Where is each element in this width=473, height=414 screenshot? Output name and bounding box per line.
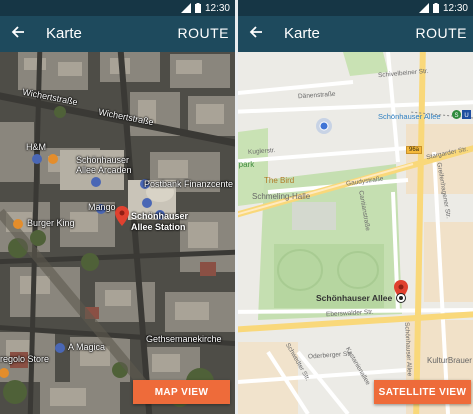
svg-text:U: U: [464, 113, 468, 119]
app-bar: Karte ROUTE: [0, 16, 235, 52]
my-location-icon: [316, 118, 332, 134]
route-button[interactable]: ROUTE: [178, 25, 230, 41]
subway-station-icon: [396, 293, 406, 303]
left-screen: 12:30 Karte ROUTE Wichertstraße Wicherts…: [0, 0, 235, 414]
signal-icon: [418, 3, 429, 13]
satellite-view-button[interactable]: SATELLITE VIEW: [374, 380, 471, 404]
app-bar: Karte ROUTE: [238, 16, 473, 52]
back-arrow-icon: [11, 25, 25, 44]
map-view-button[interactable]: MAP VIEW: [133, 380, 230, 404]
back-button[interactable]: [6, 22, 30, 46]
u-bahn-icon: U: [462, 110, 471, 119]
clock: 12:30: [442, 2, 468, 14]
signal-icon: [180, 3, 191, 13]
battery-icon: [194, 3, 201, 13]
s-bahn-icon: S: [452, 110, 461, 119]
location-pin-icon[interactable]: [115, 206, 129, 226]
status-bar: 12:30: [0, 0, 235, 16]
right-screen: 12:30 Karte ROUTE 96a S U Schivelbeiner …: [238, 0, 473, 414]
back-button[interactable]: [244, 22, 268, 46]
page-title: Karte: [284, 25, 320, 42]
battery-icon: [432, 3, 439, 13]
page-title: Karte: [46, 25, 82, 42]
svg-text:S: S: [454, 113, 458, 119]
street-map[interactable]: 96a S U Schivelbeiner Str. Dänenstraße S…: [238, 52, 473, 414]
status-bar: 12:30: [238, 0, 473, 16]
clock: 12:30: [204, 2, 230, 14]
back-arrow-icon: [249, 25, 263, 44]
satellite-map[interactable]: Wichertstraße Wichertstraße H&M Schönhau…: [0, 52, 235, 414]
route-button[interactable]: ROUTE: [416, 25, 468, 41]
